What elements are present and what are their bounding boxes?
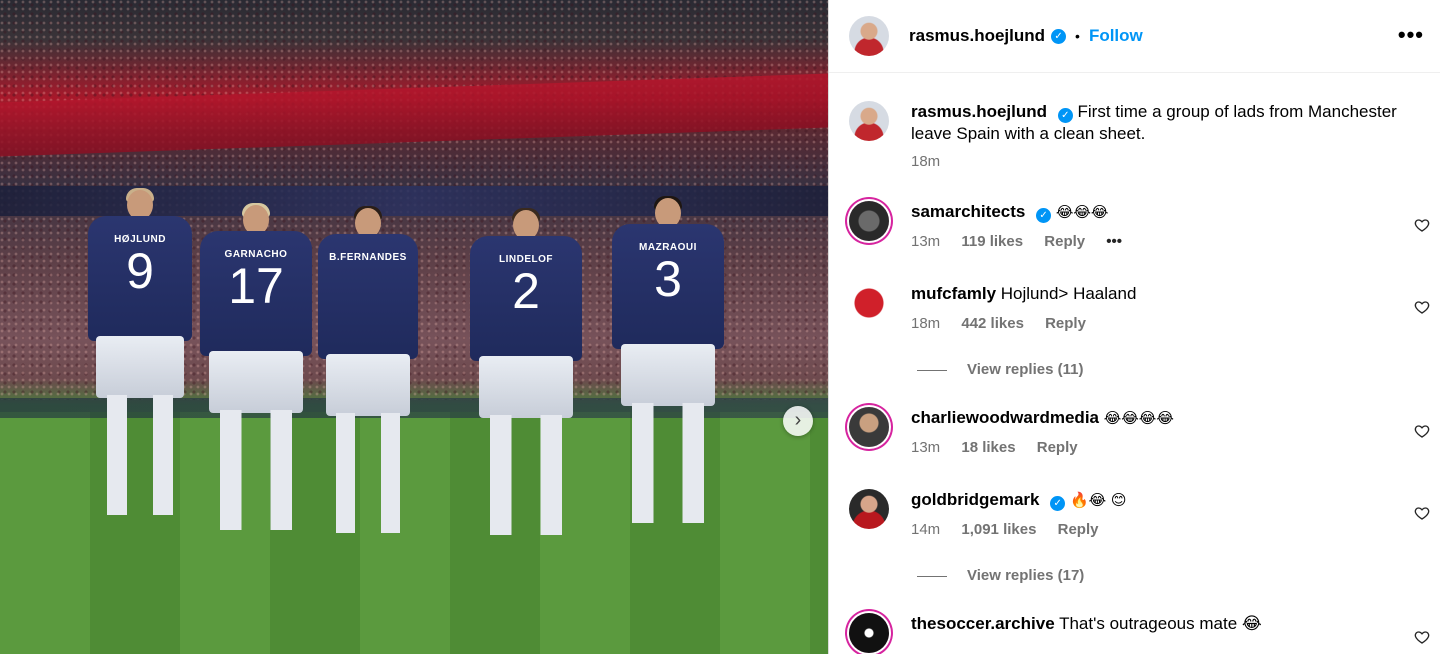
heart-icon[interactable]: [1414, 423, 1430, 439]
more-icon[interactable]: •••: [1398, 22, 1424, 48]
heart-icon[interactable]: [1414, 629, 1430, 645]
player-mazraoui: MAZRAOUI 3: [612, 196, 724, 548]
comment-username[interactable]: mufcfamly: [911, 284, 996, 303]
comment-likes[interactable]: 119 likes: [961, 233, 1023, 250]
verified-badge-icon: ✓: [1050, 496, 1066, 511]
avatar[interactable]: [849, 283, 889, 323]
comment-username[interactable]: samarchitects: [911, 202, 1025, 221]
reply-button[interactable]: Reply: [1045, 315, 1086, 332]
follow-button[interactable]: Follow: [1089, 26, 1143, 46]
comment-username[interactable]: charliewoodwardmedia: [911, 408, 1099, 427]
post-header: rasmus.hoejlund ✓ • Follow •••: [829, 0, 1440, 73]
author-username[interactable]: rasmus.hoejlund: [909, 26, 1045, 46]
player-number: 3: [654, 251, 682, 307]
player-garnacho: GARNACHO 17: [200, 203, 312, 555]
chevron-right-icon[interactable]: ›: [783, 406, 813, 436]
comment-likes[interactable]: 18 likes: [961, 439, 1015, 456]
comment-time: 14m: [911, 521, 941, 538]
comment-item: goldbridgemark ✓ 🔥😂 😊 14m 1,091 likes Re…: [849, 489, 1440, 538]
reply-button[interactable]: Reply: [1037, 439, 1078, 456]
comment-text: 😂😂😂😂: [1103, 409, 1174, 427]
player-name: B.FERNANDES: [329, 252, 407, 263]
comment-time: 13m: [911, 439, 941, 456]
caption-username[interactable]: rasmus.hoejlund: [911, 102, 1047, 121]
avatar[interactable]: [849, 201, 889, 241]
verified-badge-icon: ✓: [1036, 208, 1052, 223]
verified-badge-icon: ✓: [1057, 108, 1073, 123]
comment-text: 🔥😂 😊: [1069, 491, 1127, 509]
caption-time: 18m: [911, 153, 941, 170]
comment-likes[interactable]: 1,091 likes: [961, 521, 1036, 538]
player-number: 9: [126, 243, 154, 299]
avatar[interactable]: [849, 16, 889, 56]
heart-icon[interactable]: [1414, 299, 1430, 315]
comment-time: 13m: [911, 233, 941, 250]
verified-badge-icon: ✓: [1051, 28, 1067, 44]
avatar[interactable]: [849, 101, 889, 141]
comment-item: thesoccer.archive That's outrageous mate…: [849, 613, 1440, 653]
comment-options-icon[interactable]: •••: [1106, 233, 1122, 250]
player-lindelof: LINDELOF 2: [470, 208, 582, 545]
comment-username[interactable]: goldbridgemark: [911, 490, 1039, 509]
caption: rasmus.hoejlund ✓ First time a group of …: [849, 101, 1440, 170]
heart-icon[interactable]: [1414, 217, 1430, 233]
player-number: 17: [228, 258, 284, 314]
player-number: 2: [512, 263, 540, 319]
view-replies-button[interactable]: View replies (11): [917, 361, 1083, 378]
comment-item: charliewoodwardmedia 😂😂😂😂 13m 18 likes R…: [849, 407, 1440, 456]
avatar[interactable]: [849, 407, 889, 447]
comment-time: 18m: [911, 315, 941, 332]
player-hojlund: HØJLUND 9: [88, 188, 192, 530]
comment-username[interactable]: thesoccer.archive: [911, 614, 1055, 633]
player-fernandes: B.FERNANDES: [318, 206, 418, 538]
post-side-panel: rasmus.hoejlund ✓ • Follow ••• rasmus.ho…: [828, 0, 1440, 654]
comment-text: Hojlund> Haaland: [1000, 284, 1137, 303]
reply-button[interactable]: Reply: [1058, 521, 1099, 538]
separator-dot: •: [1075, 28, 1080, 44]
view-replies-button[interactable]: View replies (17): [917, 567, 1084, 584]
post-photo: HØJLUND 9 GARNACHO 17 B.FERNANDES LINDELOF…: [0, 0, 828, 654]
avatar[interactable]: [849, 613, 889, 653]
avatar[interactable]: [849, 489, 889, 529]
comment-item: samarchitects ✓ 😂😂😂 13m 119 likes Reply …: [849, 201, 1440, 250]
comment-likes[interactable]: 442 likes: [961, 315, 1024, 332]
reply-button[interactable]: Reply: [1044, 233, 1085, 250]
comment-text: That's outrageous mate 😂: [1059, 614, 1262, 633]
comment-text: 😂😂😂: [1055, 203, 1109, 221]
comment-item: mufcfamly Hojlund> Haaland 18m 442 likes…: [849, 283, 1440, 332]
heart-icon[interactable]: [1414, 505, 1430, 521]
